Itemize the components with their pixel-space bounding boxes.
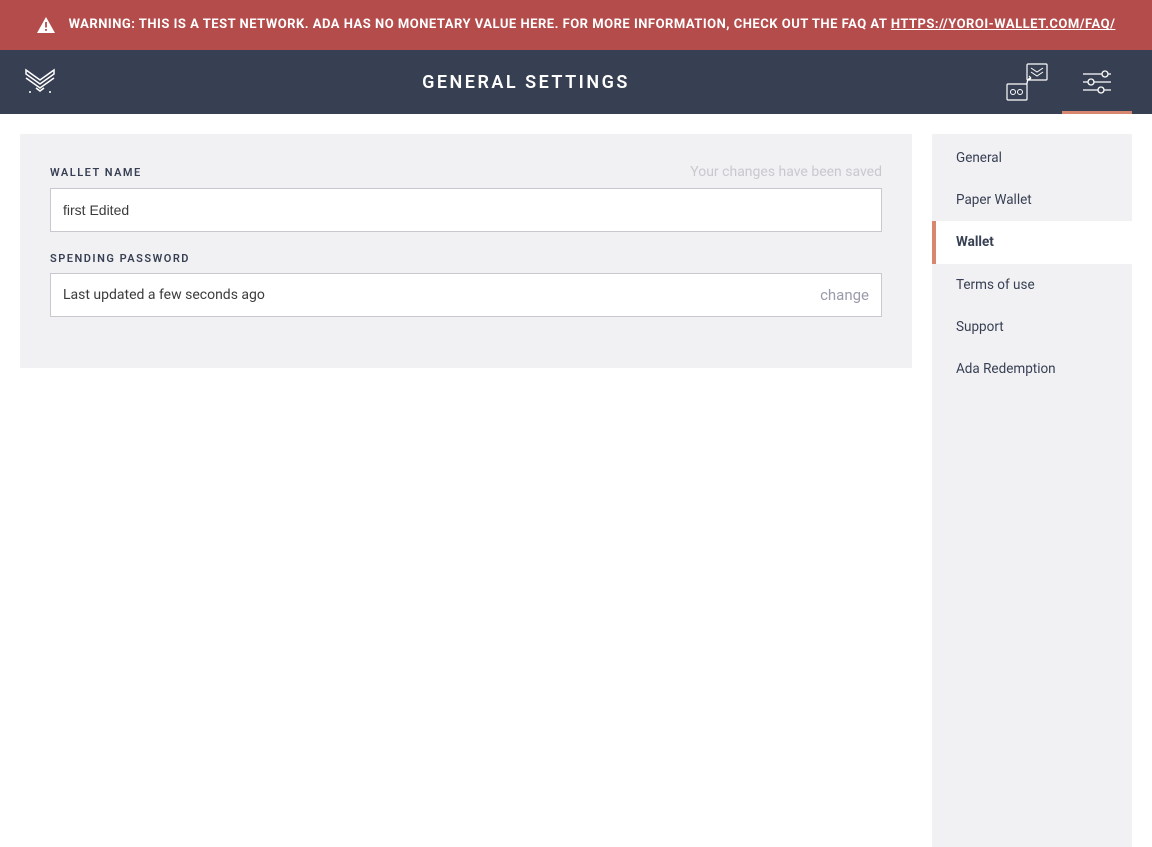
wallet-name-input[interactable] [50,188,882,232]
sidebar-item-paper-wallet[interactable]: Paper Wallet [932,179,1132,221]
sidebar-item-ada-redemption[interactable]: Ada Redemption [932,348,1132,390]
spending-password-group: SPENDING PASSWORD Last updated a few sec… [50,252,882,317]
sidebar-item-terms-of-use[interactable]: Terms of use [932,264,1132,306]
spending-password-header: SPENDING PASSWORD [50,252,882,265]
banner-faq-link[interactable]: HTTPS://YOROI-WALLET.COM/FAQ/ [891,17,1116,32]
wallet-name-label: WALLET NAME [50,166,142,179]
spending-password-field: Last updated a few seconds ago change [50,273,882,317]
topbar: GENERAL SETTINGS [0,50,1152,114]
warning-banner: WARNING: THIS IS A TEST NETWORK. ADA HAS… [0,0,1152,50]
settings-sidebar: General Paper Wallet Wallet Terms of use… [932,134,1132,847]
sidebar-item-support[interactable]: Support [932,306,1132,348]
content-area: WALLET NAME Your changes have been saved… [0,114,1152,847]
settings-main-card: WALLET NAME Your changes have been saved… [20,134,912,368]
sidebar-item-wallet[interactable]: Wallet [932,221,1132,263]
sidebar-item-general[interactable]: General [932,134,1132,179]
page-title: GENERAL SETTINGS [60,72,992,93]
spending-password-label: SPENDING PASSWORD [50,252,190,265]
banner-text: WARNING: THIS IS A TEST NETWORK. ADA HAS… [69,15,1116,35]
wallet-name-group: WALLET NAME Your changes have been saved [50,164,882,232]
banner-prefix: WARNING: THIS IS A TEST NETWORK. ADA HAS… [69,17,891,32]
warning-icon [37,17,55,33]
wallet-switch-icon[interactable] [992,50,1062,114]
change-password-link[interactable]: change [820,286,869,304]
spending-password-status: Last updated a few seconds ago [63,287,265,303]
wallet-name-header: WALLET NAME Your changes have been saved [50,164,882,180]
settings-icon[interactable] [1062,50,1132,114]
wallet-name-save-status: Your changes have been saved [690,164,882,180]
topbar-right-icons [992,50,1132,114]
yoroi-logo-icon[interactable] [20,62,60,102]
